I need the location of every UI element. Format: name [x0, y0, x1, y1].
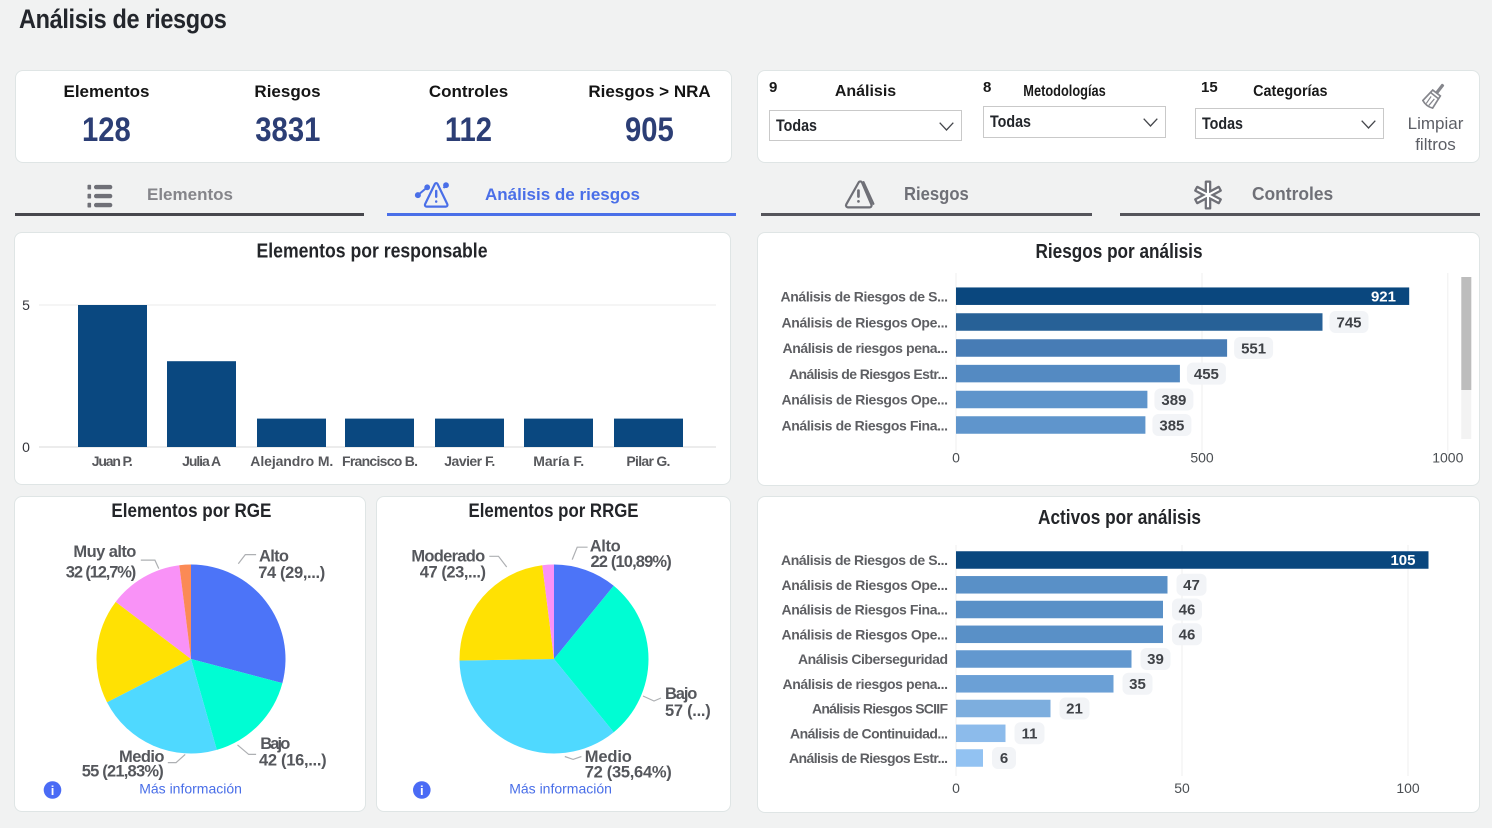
svg-text:Bajo: Bajo [665, 685, 697, 703]
svg-text:Pilar G.: Pilar G. [626, 453, 670, 469]
svg-text:0: 0 [952, 450, 960, 466]
svg-text:500: 500 [1190, 450, 1214, 466]
svg-text:Análisis de Riesgos Ope...: Análisis de Riesgos Ope... [782, 392, 949, 408]
svg-text:105: 105 [1390, 552, 1415, 569]
svg-text:389: 389 [1161, 392, 1186, 409]
svg-text:100: 100 [1396, 780, 1420, 796]
svg-text:i: i [420, 783, 424, 798]
svg-text:46: 46 [1179, 602, 1196, 619]
svg-text:Análisis de Riesgos de S...: Análisis de Riesgos de S... [781, 552, 948, 568]
svg-text:745: 745 [1336, 315, 1361, 332]
svg-text:50: 50 [1174, 780, 1190, 796]
svg-text:Análisis de riesgos pena...: Análisis de riesgos pena... [783, 676, 949, 692]
svg-text:21: 21 [1066, 701, 1083, 718]
svg-text:Análisis de Riesgos Fina...: Análisis de Riesgos Fina... [782, 602, 949, 618]
svg-text:22 (10,89%): 22 (10,89%) [591, 553, 672, 571]
svg-text:Análisis de Riesgos de S...: Análisis de Riesgos de S... [781, 289, 949, 305]
svg-text:Análisis de Riesgos Ope...: Análisis de Riesgos Ope... [782, 626, 949, 642]
svg-text:551: 551 [1241, 340, 1266, 357]
svg-text:46: 46 [1179, 627, 1196, 644]
svg-text:Análisis de riesgos pena...: Análisis de riesgos pena... [783, 340, 949, 356]
svg-text:35: 35 [1129, 676, 1146, 693]
svg-text:385: 385 [1159, 418, 1184, 435]
svg-text:455: 455 [1194, 366, 1219, 383]
svg-text:1000: 1000 [1432, 450, 1463, 466]
svg-text:Análisis de Riesgos Ope...: Análisis de Riesgos Ope... [782, 314, 949, 330]
svg-text:María F.: María F. [533, 453, 584, 469]
svg-text:Análisis de Riesgos Fina...: Análisis de Riesgos Fina... [782, 418, 949, 434]
svg-text:47 (23,...): 47 (23,...) [420, 564, 486, 582]
svg-text:42 (16,...): 42 (16,...) [259, 752, 327, 770]
svg-text:Alejandro M.: Alejandro M. [250, 453, 333, 469]
svg-text:Más información: Más información [509, 781, 612, 797]
svg-text:Análisis de Continuidad...: Análisis de Continuidad... [790, 725, 948, 741]
svg-text:74 (29,...): 74 (29,...) [258, 564, 325, 582]
svg-text:0: 0 [952, 780, 960, 796]
svg-text:Bajo: Bajo [260, 735, 290, 753]
svg-text:Más información: Más información [139, 781, 242, 797]
svg-text:Elementos por responsable: Elementos por responsable [257, 241, 488, 263]
svg-text:Alto: Alto [259, 548, 289, 566]
svg-text:Activos por análisis: Activos por análisis [1038, 507, 1201, 529]
svg-text:Muy alto: Muy alto [73, 543, 136, 561]
svg-text:Javier F.: Javier F. [444, 453, 495, 469]
svg-text:Riesgos por análisis: Riesgos por análisis [1036, 241, 1203, 263]
svg-text:39: 39 [1147, 651, 1164, 668]
svg-text:55 (21,83%): 55 (21,83%) [82, 763, 164, 781]
svg-text:Análisis Riesgos SCIIF: Análisis Riesgos SCIIF [812, 701, 948, 717]
svg-text:57 (...): 57 (...) [665, 702, 711, 720]
svg-text:Juan P.: Juan P. [92, 453, 133, 469]
svg-text:Julia A: Julia A [182, 453, 221, 469]
svg-text:921: 921 [1371, 289, 1396, 306]
svg-text:6: 6 [1000, 750, 1008, 767]
svg-text:32 (12,7%): 32 (12,7%) [66, 563, 137, 581]
svg-text:Análisis Ciberseguridad: Análisis Ciberseguridad [798, 651, 948, 667]
svg-text:Elementos por RRGE: Elementos por RRGE [469, 501, 639, 522]
svg-text:0: 0 [22, 439, 30, 455]
svg-text:11: 11 [1022, 726, 1038, 743]
svg-text:72 (35,64%): 72 (35,64%) [585, 763, 672, 781]
svg-text:Análisis de Riesgos Ope...: Análisis de Riesgos Ope... [782, 577, 949, 593]
svg-text:Francisco B.: Francisco B. [342, 453, 418, 469]
svg-text:5: 5 [22, 297, 30, 313]
svg-text:Elementos por RGE: Elementos por RGE [111, 501, 271, 522]
svg-text:Análisis de Riesgos Estr...: Análisis de Riesgos Estr... [789, 750, 948, 766]
svg-text:47: 47 [1183, 577, 1200, 594]
svg-text:i: i [51, 783, 55, 798]
svg-text:Análisis de Riesgos Estr...: Análisis de Riesgos Estr... [789, 366, 948, 382]
